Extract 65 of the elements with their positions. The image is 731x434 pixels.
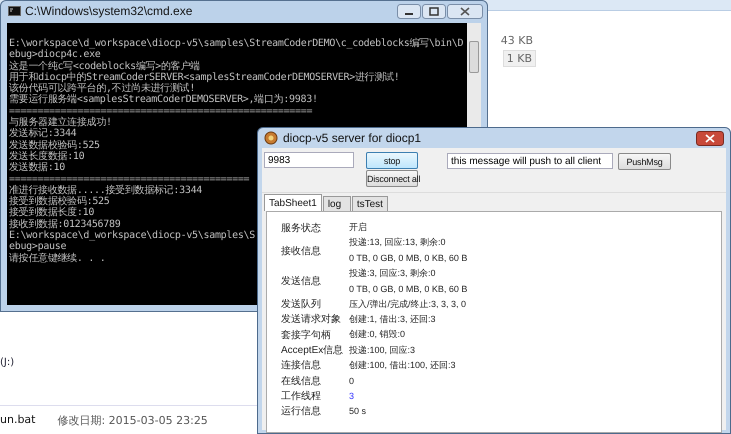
console-line: 发送数据校验码:525	[9, 140, 100, 151]
file-name: un.bat	[0, 413, 36, 428]
minimize-icon[interactable]	[397, 4, 421, 18]
info-value: 投递:3, 回应:3, 剩余:0	[349, 267, 437, 280]
info-label: 发送队列	[281, 298, 322, 312]
console-line: 发送长度数据:10	[9, 150, 84, 162]
tab[interactable]: TabSheet1	[264, 194, 322, 211]
console-line: 请按任意键继续. . .	[9, 252, 106, 264]
console-line: 与服务器建立连接成功!	[9, 117, 112, 128]
window-title: C:\Windows\system32\cmd.exe	[25, 4, 192, 18]
push-button[interactable]: PushMsg	[618, 153, 671, 170]
info-value: 3	[349, 390, 356, 401]
info-value: 0	[349, 376, 356, 386]
tab[interactable]: log	[322, 196, 351, 211]
console-line: ==========================================	[9, 174, 250, 185]
info-label: 连接信息	[281, 358, 322, 372]
console-line: ebug>diocp4c.exe	[9, 49, 101, 60]
file-size: 1 KB	[502, 50, 536, 67]
console-line: ebug>pause	[9, 241, 66, 252]
console-line: 发送数据:10	[9, 162, 65, 174]
message-field[interactable]: this message will push to all client	[447, 153, 613, 169]
info-label: 接收信息	[281, 244, 322, 258]
modified-date: 修改日期: 2015-03-05 23:25	[57, 413, 208, 429]
info-value: 0 TB, 0 GB, 0 MB, 0 KB, 60 B	[349, 284, 468, 294]
info-label: 发送信息	[281, 274, 322, 288]
info-label: 在线信息	[281, 374, 322, 388]
disconnect-button[interactable]: Disconnect all	[366, 170, 418, 187]
console-line: 准进行接收数据.....接受到数据标记:3344	[9, 184, 202, 196]
info-value: 压入/弹出/完成/终止:3, 3, 3, 0	[349, 298, 468, 311]
tab[interactable]: tsTest	[352, 196, 388, 211]
port-field[interactable]: 9983	[264, 152, 354, 168]
console-line: 接收到数据:0123456789	[9, 218, 120, 230]
info-label: 运行信息	[281, 404, 322, 418]
console-line: 接受到数据校验码:525	[9, 196, 110, 208]
console-line: 这是一个纯c写<codeblocks编写>的客户端	[9, 60, 200, 72]
info-value: 开启	[349, 221, 368, 234]
nav-item[interactable]: (J:)	[0, 357, 14, 368]
info-value: 创建:100, 借出:100, 还回:3	[349, 358, 457, 372]
info-value: 投递:100, 回应:3	[349, 344, 416, 357]
stop-button[interactable]: stop	[366, 152, 418, 169]
console-line: =====================================================	[9, 106, 312, 117]
console-line: 用于和diocp中的StreamCoderSERVER<samplesStreamCoderDEMOSERVER>进行测试!	[9, 72, 400, 83]
app-icon	[264, 131, 278, 145]
file-size: 43 KB	[500, 33, 534, 48]
console-line: E:\workspace\d_workspace\diocp-v5\samples\S	[9, 230, 255, 242]
close-icon[interactable]	[447, 4, 483, 18]
console-line: 需要运行服务端<samplesStreamCoderDEMOSERVER>,端口为:9983!	[9, 94, 318, 106]
info-value: 创建:1, 借出:3, 还回:3	[349, 312, 437, 326]
info-value: 0 TB, 0 GB, 0 MB, 0 KB, 60 B	[349, 253, 468, 264]
info-label: AcceptEx信息	[281, 344, 344, 358]
info-label: 服务状态	[281, 222, 322, 235]
console-line: 发送标记:3344	[9, 128, 76, 140]
info-value: 投递:13, 回应:13, 剩余:0	[349, 236, 447, 250]
console-icon	[8, 6, 21, 16]
info-label: 工作线程	[281, 390, 322, 403]
info-label: 发送请求对象	[281, 312, 342, 326]
console-line: 该份代码可以跨平台的,不过尚未进行测试!	[9, 83, 196, 94]
close-icon[interactable]	[696, 130, 724, 146]
window-title: diocp-v5 server for diocp1	[283, 131, 422, 145]
console-line: 接受到数据长度:10	[9, 207, 94, 218]
info-value: 50 s	[349, 406, 368, 416]
info-label: 套接字句柄	[281, 328, 332, 342]
info-value: 创建:0, 销毁:0	[349, 328, 406, 342]
maximize-icon[interactable]	[422, 4, 446, 18]
console-line: E:\workspace\d_workspace\diocp-v5\samples\StreamCoderDEMO\c_codeblocks编写\bin\D	[9, 38, 464, 49]
